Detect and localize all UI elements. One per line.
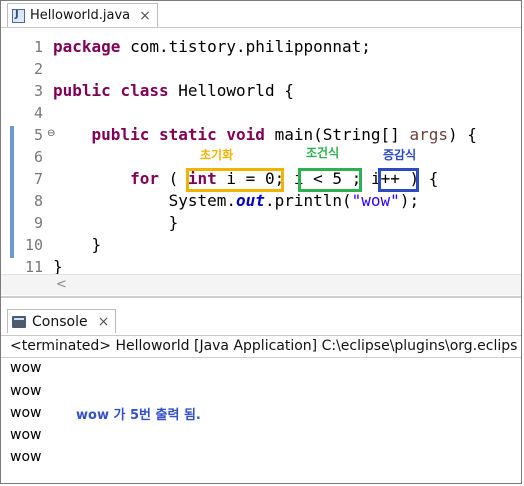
init-highlight-box <box>186 168 284 192</box>
keyword-public: public <box>91 125 150 144</box>
keyword-class: class <box>120 81 169 100</box>
class-declaration: Helloworld { <box>168 81 294 100</box>
string-literal: "wow" <box>351 191 400 210</box>
package-name: com.tistory.philipponnat; <box>120 37 371 56</box>
console-output-line: wow <box>10 360 42 376</box>
editor-tab-helloworld[interactable]: Helloworld.java × <box>7 3 158 27</box>
output-annotation: wow 가 5번 출력 됨. <box>76 408 201 423</box>
line-number: 8 <box>33 192 43 210</box>
scroll-left-icon[interactable]: < <box>56 277 67 292</box>
code-line-10: 10 } <box>1 234 521 256</box>
console-tab-label: Console <box>32 313 88 330</box>
increment-highlight-box <box>378 168 419 192</box>
close-icon[interactable]: × <box>98 314 110 330</box>
increment-label: 증감식 <box>383 148 417 162</box>
console-output-line: wow <box>10 427 42 443</box>
line-number: 1 <box>33 38 43 56</box>
println-call: .println( <box>264 191 352 210</box>
condition-highlight-box <box>298 168 362 192</box>
code-line-6: 6 <box>1 146 521 168</box>
statement-end: ); <box>399 191 420 210</box>
line-number: 7 <box>33 170 43 188</box>
line-number: 2 <box>33 60 43 78</box>
console-output-line: wow <box>10 449 42 465</box>
closing-brace: } <box>91 235 102 254</box>
for-open: ( <box>158 169 188 188</box>
keyword-public: public <box>53 81 111 100</box>
line-number: 10 <box>24 236 43 254</box>
line-number: 6 <box>33 148 43 166</box>
horizontal-scrollbar[interactable]: < <box>1 274 521 295</box>
code-line-4: 4 <box>1 102 521 124</box>
java-file-icon <box>12 8 25 23</box>
keyword-void: void <box>226 125 265 144</box>
code-line-3: 3 public class Helloworld { <box>1 80 521 102</box>
line-number: 5 <box>33 126 43 144</box>
editor-tab-bar: Helloworld.java × <box>1 1 521 28</box>
close-icon[interactable]: × <box>139 8 151 24</box>
code-line-2: 2 <box>1 58 521 80</box>
main-signature-end: ) { <box>447 125 477 144</box>
console-status-line: <terminated> Helloworld [Java Applicatio… <box>10 338 518 354</box>
tab-console[interactable]: Console × <box>7 309 117 333</box>
line-number: 3 <box>33 82 43 100</box>
console-output-line: wow <box>10 383 42 399</box>
code-line-8: 8 System.out.println("wow"); <box>1 190 521 212</box>
line-number: 9 <box>33 214 43 232</box>
tab-divider <box>1 335 521 336</box>
console-output-line: wow <box>10 405 42 421</box>
console-icon <box>12 315 26 328</box>
closing-brace: } <box>168 213 179 232</box>
line-number: 4 <box>33 104 43 122</box>
keyword-package: package <box>53 37 121 56</box>
field-out: out <box>236 191 265 210</box>
param-args: args <box>409 125 448 144</box>
editor-tab-title: Helloworld.java <box>30 8 131 23</box>
code-line-5: 5 ⊖ public static void main(String[] arg… <box>1 124 521 146</box>
main-signature: main(String[] <box>264 125 410 144</box>
console-tab-bar: Console × <box>1 298 521 336</box>
status-divider <box>1 357 521 358</box>
code-editor[interactable]: 1 package com.tistory.philipponnat; 2 3 … <box>1 28 521 296</box>
code-line-1: 1 package com.tistory.philipponnat; <box>1 36 521 58</box>
init-label: 초기화 <box>200 148 234 162</box>
system-ref: System. <box>168 191 237 210</box>
code-line-9: 9 } <box>1 212 521 234</box>
condition-label: 조건식 <box>306 146 340 160</box>
keyword-static: static <box>158 125 217 144</box>
keyword-for: for <box>130 169 159 188</box>
